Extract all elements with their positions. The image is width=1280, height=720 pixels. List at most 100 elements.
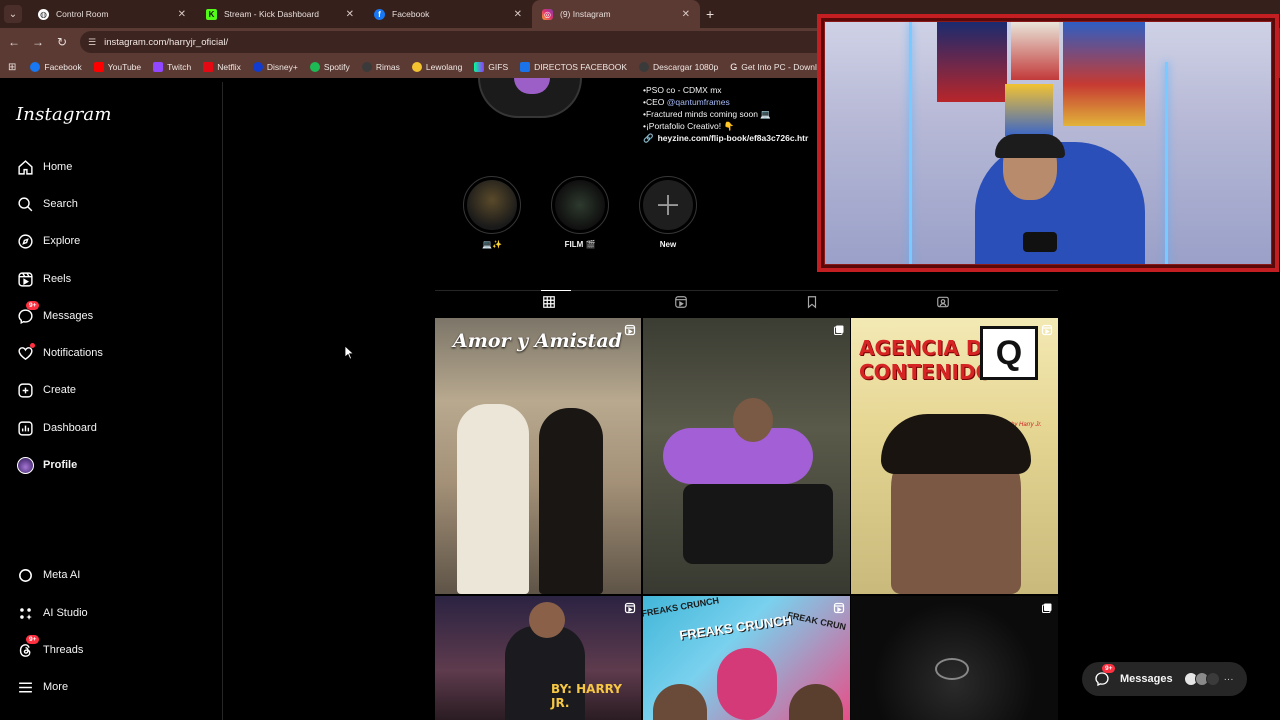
figure-head (529, 602, 565, 638)
webcam-feed (825, 22, 1271, 264)
nav-profile[interactable]: Profile (16, 454, 77, 476)
more-icon[interactable]: ··· (1224, 674, 1234, 685)
highlight-item[interactable]: FILM 🎬 (550, 176, 610, 249)
bio-link-text: heyzine.com/flip-book/ef8a3c726c.htr (657, 133, 809, 143)
reel-icon (624, 323, 636, 336)
nav-messages[interactable]: 9+ Messages (16, 301, 93, 327)
nav-label: Create (43, 384, 77, 396)
figure-woman (539, 408, 603, 594)
tab-instagram[interactable]: ◎ (9) Instagram ✕ (532, 0, 700, 28)
bookmark-rimas[interactable]: Rimas (361, 62, 400, 72)
tab-search-menu[interactable]: ⌄ (4, 5, 22, 23)
address-bar[interactable]: ☰ instagram.com/harryjr_oficial/ (80, 31, 840, 53)
bio-line: •¡Portafolio Creativo! 👇 (643, 121, 735, 131)
tab-kick-dashboard[interactable]: K Stream - Kick Dashboard ✕ (196, 0, 364, 28)
bio-line: •PSO co - CDMX mx (643, 85, 722, 95)
new-tab-icon[interactable]: + (706, 6, 714, 22)
nav-label: Reels (43, 273, 72, 285)
instagram-logo[interactable]: Instagram (16, 104, 112, 125)
grid-icon[interactable] (542, 295, 558, 311)
post-tile[interactable]: BY: HARRY JR. (435, 596, 641, 720)
carousel-icon (1041, 601, 1053, 613)
neon-light (1165, 62, 1168, 264)
bookmark-getintopc[interactable]: G Get Into PC - Downl... (730, 62, 824, 72)
bookmark-directos-facebook[interactable]: DIRECTOS FACEBOOK (520, 62, 627, 72)
post-tile[interactable]: AGENCIA DE CONTENIDO by Harry Jr. Q (851, 318, 1058, 594)
nav-search[interactable]: Search (16, 193, 78, 215)
bookmark-facebook[interactable]: Facebook (30, 62, 82, 72)
post-tile[interactable]: FREAKS CRUNCH FREAKS CRUNCH FREAK CRUN (643, 596, 850, 720)
nav-threads[interactable]: 9+ Threads (16, 635, 84, 661)
streamer-cap (995, 134, 1065, 158)
nav-ai-studio[interactable]: AI Studio (16, 602, 88, 624)
site-settings-icon[interactable]: ☰ (88, 37, 96, 48)
reels-tab-icon[interactable] (674, 295, 690, 311)
tab-facebook[interactable]: f Facebook ✕ (364, 0, 532, 28)
profile-avatar[interactable] (478, 78, 582, 118)
bookmark-lewolang[interactable]: Lewolang (411, 62, 462, 72)
poster-wolverine (1005, 84, 1053, 136)
nav-meta-ai[interactable]: Meta AI (16, 564, 80, 586)
nav-dashboard[interactable]: Dashboard (16, 417, 97, 439)
home-icon (16, 158, 34, 176)
messages-pill[interactable]: 9+ Messages ··· (1082, 662, 1247, 696)
close-icon[interactable]: ✕ (682, 9, 690, 20)
nav-label: Notifications (43, 347, 103, 359)
back-icon[interactable]: ← (2, 35, 26, 49)
bio-mention-link[interactable]: @qantumframes (667, 97, 730, 107)
bookmark-twitch[interactable]: Twitch (153, 62, 191, 72)
poster-amazing-spiderman (1063, 22, 1145, 126)
saved-icon[interactable] (805, 295, 821, 311)
nav-label: Explore (43, 235, 81, 247)
figure-hair (881, 414, 1031, 474)
reel-icon (1041, 323, 1053, 336)
threads-icon: 9+ (16, 635, 40, 659)
url-text: instagram.com/harryjr_oficial/ (104, 36, 229, 48)
nav-notifications[interactable]: Notifications (16, 342, 103, 364)
bookmark-label: Disney+ (266, 62, 298, 72)
bio-line-ceo: •CEO @qantumframes (643, 96, 808, 108)
bookmark-gifs[interactable]: GIFS (474, 62, 508, 72)
bookmark-label: Descargar 1080p (653, 62, 719, 72)
nav-label: Threads (43, 644, 84, 656)
apps-icon[interactable]: ⊞ (8, 62, 16, 73)
bookmark-label: Rimas (375, 62, 400, 72)
webcam-overlay (817, 14, 1279, 272)
post-tile[interactable]: Amor y Amistad (435, 318, 641, 594)
bookmark-label: Get Into PC - Downl... (741, 62, 824, 72)
forward-icon[interactable]: → (26, 35, 50, 49)
nav-explore[interactable]: Explore (16, 230, 80, 252)
close-icon[interactable]: ✕ (178, 9, 186, 20)
bio-external-link[interactable]: 🔗 heyzine.com/flip-book/ef8a3c726c.htr (643, 132, 808, 144)
close-icon[interactable]: ✕ (346, 9, 354, 20)
nav-label: Meta AI (43, 569, 81, 581)
tab-control-room[interactable]: ◍ Control Room ✕ (28, 0, 196, 28)
close-icon[interactable]: ✕ (514, 9, 522, 20)
reload-icon[interactable]: ↻ (50, 35, 74, 49)
figure-right (789, 684, 843, 720)
bookmark-youtube[interactable]: YouTube (93, 62, 141, 72)
bookmark-descargar[interactable]: Descargar 1080p (639, 62, 718, 72)
tab-title: Facebook (392, 9, 430, 19)
carousel-icon (833, 323, 845, 335)
nav-more[interactable]: More (16, 676, 68, 698)
tagged-icon[interactable] (936, 295, 952, 311)
post-tile[interactable] (643, 318, 850, 594)
highlight-item[interactable]: 💻✨ (462, 176, 522, 249)
nav-home[interactable]: Home (16, 156, 72, 178)
nav-create[interactable]: Create (16, 379, 76, 401)
bookmark-spotify[interactable]: Spotify (309, 62, 350, 72)
nav-reels[interactable]: Reels (16, 268, 71, 290)
post-tile[interactable] (851, 596, 1058, 720)
bookmark-disney[interactable]: Disney+ (252, 62, 298, 72)
messages-badge: 9+ (1102, 664, 1116, 673)
highlight-new[interactable]: New (638, 176, 698, 249)
highlight-label: New (659, 240, 677, 249)
nav-label: Profile (43, 459, 78, 471)
highlight-cover (467, 180, 517, 230)
reel-icon (833, 601, 845, 614)
bookmark-netflix[interactable]: Netflix (203, 62, 241, 72)
search-icon (16, 195, 34, 213)
compass-icon (16, 232, 34, 250)
bookmark-label: Facebook (44, 62, 82, 72)
